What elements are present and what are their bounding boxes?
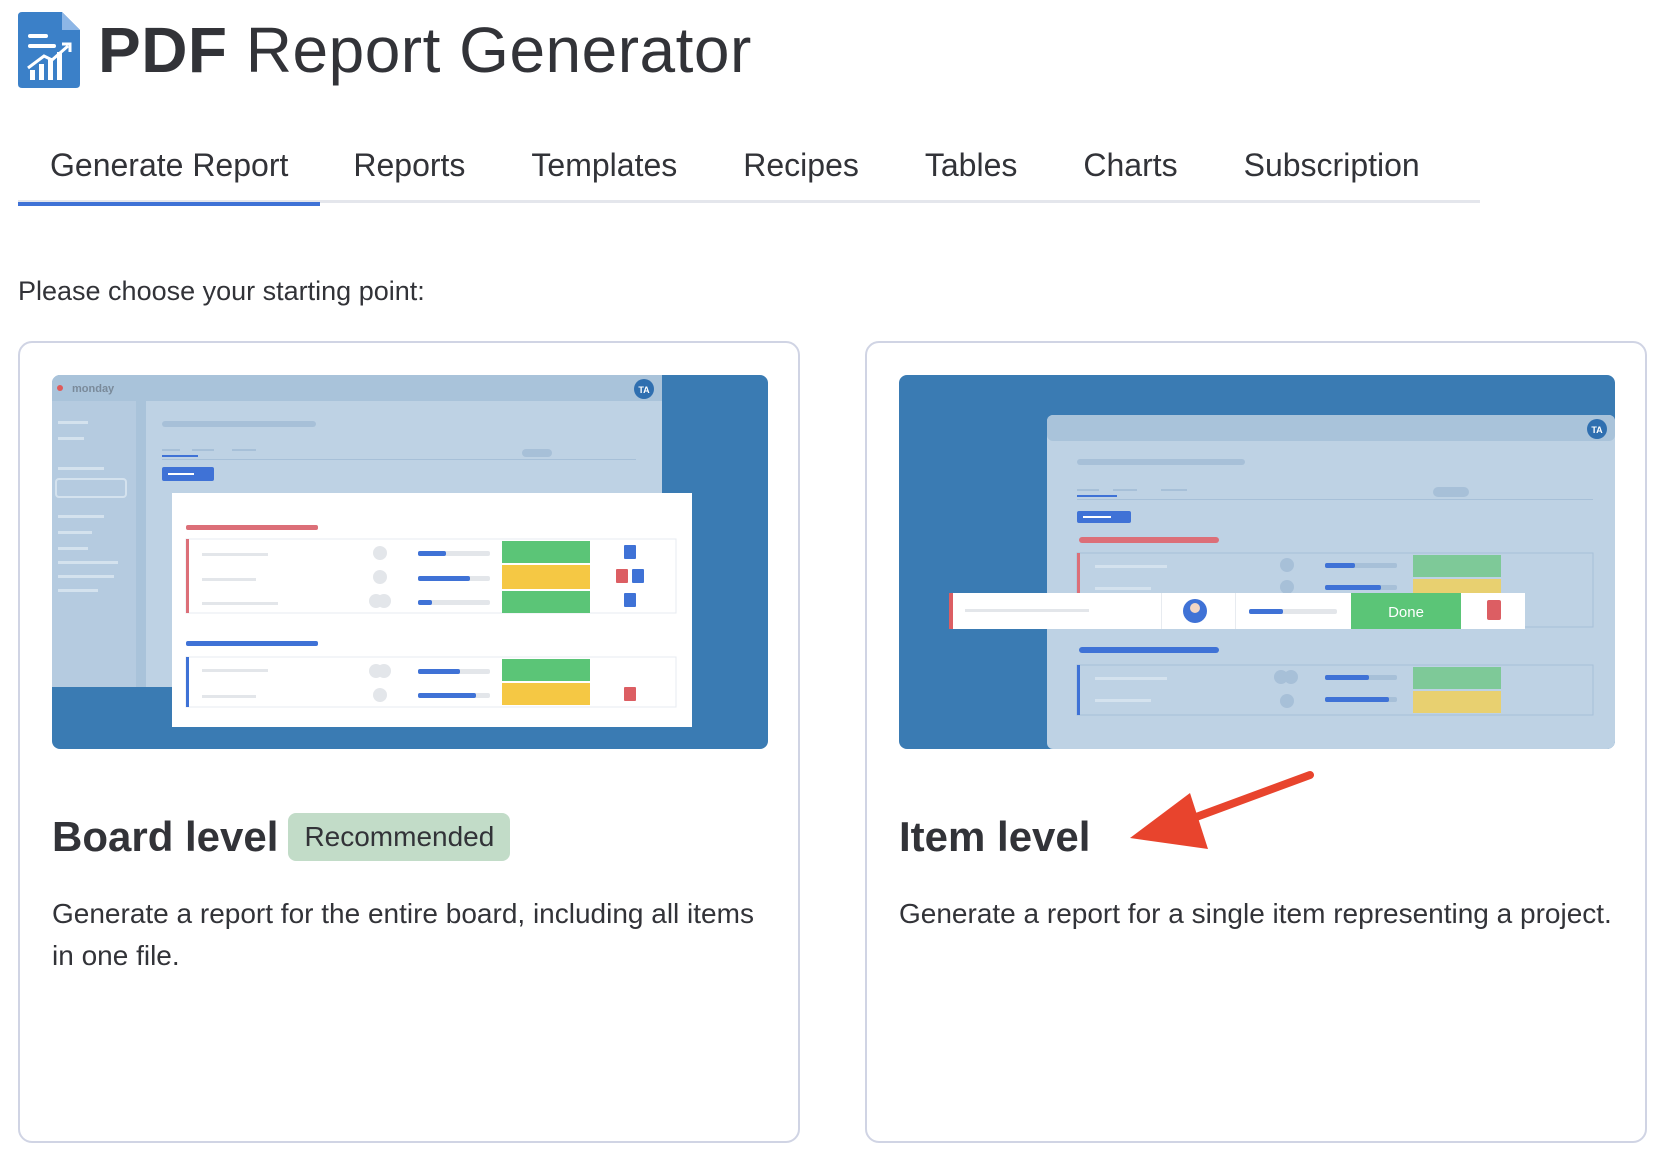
- tab-generate-report[interactable]: Generate Report: [18, 128, 321, 206]
- avatar-initials: TA: [638, 385, 650, 395]
- tab-reports[interactable]: Reports: [320, 128, 498, 203]
- tab-templates[interactable]: Templates: [498, 128, 710, 203]
- item-level-card[interactable]: TA Done Item level Generate a report for…: [865, 341, 1647, 1143]
- status-done-label: Done: [1388, 604, 1424, 621]
- item-level-description: Generate a report for a single item repr…: [899, 898, 1612, 929]
- board-level-preview: monday TA: [52, 375, 768, 749]
- app-title-bold: PDF: [98, 14, 228, 86]
- starting-point-prompt: Please choose your starting point:: [18, 276, 425, 306]
- avatar-initials: TA: [1591, 425, 1603, 435]
- app-title: PDF Report Generator: [98, 12, 752, 88]
- main-tabs: Generate Report Reports Templates Recipe…: [18, 128, 1480, 206]
- item-level-title: Item level: [899, 813, 1091, 860]
- tab-recipes[interactable]: Recipes: [710, 128, 892, 203]
- item-level-title-row: Item level: [899, 805, 1090, 869]
- pdf-report-logo-icon: [18, 12, 80, 88]
- tab-charts[interactable]: Charts: [1050, 128, 1210, 203]
- item-level-preview: TA Done: [899, 375, 1615, 749]
- monday-brand-text: monday: [72, 383, 115, 395]
- recommended-badge: Recommended: [288, 813, 511, 861]
- board-level-description: Generate a report for the entire board, …: [52, 898, 754, 971]
- arrow-pointer-icon: [1130, 771, 1314, 849]
- app-header: PDF Report Generator: [18, 10, 752, 90]
- board-level-title-row: Board level Recommended: [52, 805, 511, 869]
- tab-subscription[interactable]: Subscription: [1211, 128, 1453, 203]
- app-title-rest: Report Generator: [245, 14, 752, 86]
- board-level-card[interactable]: monday TA Board level Recommended Genera…: [18, 341, 800, 1143]
- board-level-title: Board level: [52, 813, 279, 860]
- tab-tables[interactable]: Tables: [892, 128, 1051, 203]
